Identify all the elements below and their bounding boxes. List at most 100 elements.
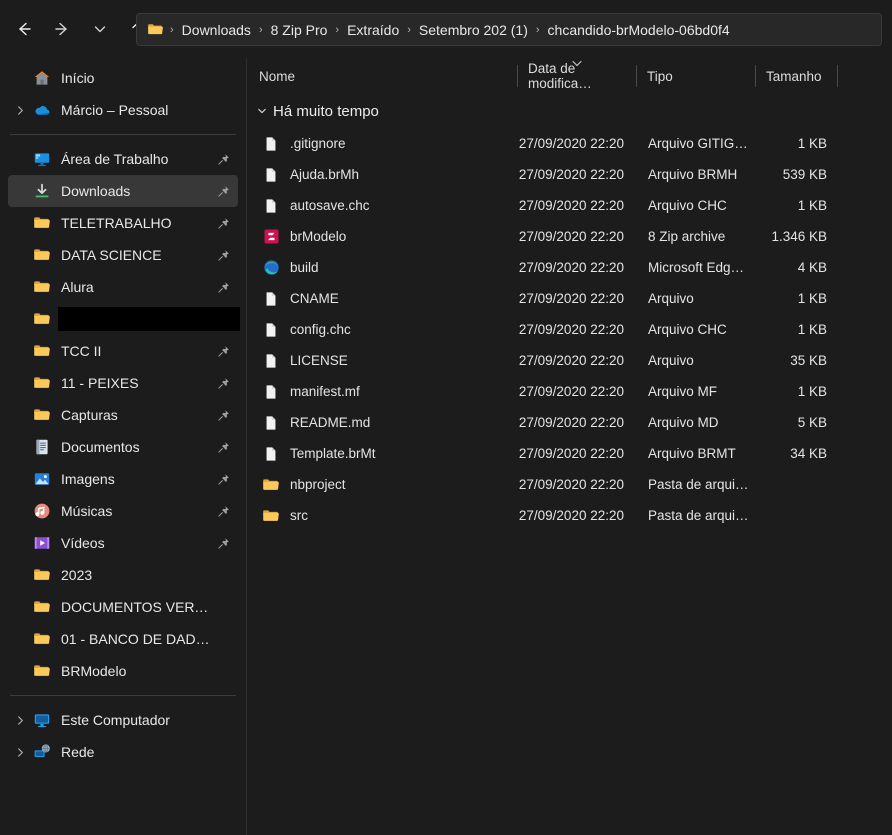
file-row[interactable]: .gitignore 27/09/2020 22:20 Arquivo GITIG…… xyxy=(252,128,888,159)
pin-icon[interactable] xyxy=(214,537,232,550)
sidebar-item-m-rcio-pessoal[interactable]: Márcio – Pessoal xyxy=(8,94,238,126)
sidebar-item-data-science[interactable]: DATA SCIENCE xyxy=(8,239,238,271)
desktop-icon xyxy=(32,149,52,169)
file-row[interactable]: brModelo 27/09/2020 22:20 8 Zip archive 1.3… xyxy=(252,221,888,252)
sidebar-item-in-cio[interactable]: Início xyxy=(8,62,238,94)
navigation-sidebar[interactable]: Início Márcio – Pessoal Área de Trabalho Do… xyxy=(0,58,247,835)
file-name-cell: nbproject xyxy=(252,476,517,494)
file-row[interactable]: nbproject 27/09/2020 22:20 Pasta de arqui… xyxy=(252,469,888,500)
sidebar-item-01-banco-de-dados[interactable]: 01 - BANCO DE DADOS xyxy=(8,623,238,655)
pin-icon[interactable] xyxy=(214,345,232,358)
breadcrumb-item-4[interactable]: Setembro 202 (1) xyxy=(415,20,532,40)
file-row[interactable]: config.chc 27/09/2020 22:20 Arquivo CHC 1 K… xyxy=(252,314,888,345)
file-row[interactable]: Ajuda.brMh 27/09/2020 22:20 Arquivo BRMH 53… xyxy=(252,159,888,190)
sidebar-item-11-peixes[interactable]: 11 - PEIXES xyxy=(8,367,238,399)
chevron-down-icon[interactable] xyxy=(253,105,271,117)
breadcrumb-separator: › xyxy=(335,23,340,36)
sidebar-item-rea-de-trabalho[interactable]: Área de Trabalho xyxy=(8,143,238,175)
file-row[interactable]: build 27/09/2020 22:20 Microsoft Edg… 4 KB xyxy=(252,252,888,283)
pin-icon[interactable] xyxy=(214,153,232,166)
file-name-label: src xyxy=(290,508,308,523)
breadcrumb-item-1[interactable]: Downloads xyxy=(178,20,255,40)
file-name-cell: autosave.chc xyxy=(252,197,517,215)
file-date-modified-cell: 27/09/2020 22:20 xyxy=(518,508,624,523)
chevron-right-icon[interactable] xyxy=(8,704,32,736)
file-date-modified-cell: 27/09/2020 22:20 xyxy=(518,167,624,182)
file-size-cell: 1 KB xyxy=(797,384,827,399)
redaction-bar xyxy=(58,307,240,331)
sidebar-item-downloads[interactable]: Downloads xyxy=(8,175,238,207)
pin-icon[interactable] xyxy=(214,217,232,230)
chevron-right-icon[interactable] xyxy=(8,94,32,126)
recent-locations-button[interactable] xyxy=(84,13,116,45)
sidebar-item-alura[interactable]: Alura xyxy=(8,271,238,303)
sidebar-item-imagens[interactable]: Imagens xyxy=(8,463,238,495)
column-header-size[interactable]: Tamanho xyxy=(755,58,837,94)
file-date-modified-cell: 27/09/2020 22:20 xyxy=(518,136,624,151)
sidebar-item-m-sicas[interactable]: Músicas xyxy=(8,495,238,527)
file-size-cell: 1 KB xyxy=(797,322,827,337)
pin-icon[interactable] xyxy=(214,473,232,486)
breadcrumb-separator: › xyxy=(407,23,411,36)
downloads-icon xyxy=(32,181,52,201)
sidebar-item-label: DATA SCIENCE xyxy=(61,247,162,263)
sidebar-item-v-deos[interactable]: Vídeos xyxy=(8,527,238,559)
column-header-type[interactable]: Tipo xyxy=(636,58,755,94)
sidebar-item-rede[interactable]: Rede xyxy=(8,736,238,768)
file-row[interactable]: README.md 27/09/2020 22:20 Arquivo MD 5 KB xyxy=(252,407,888,438)
column-header-name[interactable]: Nome xyxy=(248,58,517,94)
back-button[interactable] xyxy=(8,13,40,45)
pin-icon[interactable] xyxy=(214,281,232,294)
pin-icon[interactable] xyxy=(214,249,232,262)
sidebar-item-redacted[interactable] xyxy=(8,303,240,335)
pin-icon[interactable] xyxy=(214,185,232,198)
chevron-right-icon[interactable] xyxy=(8,736,32,768)
forward-button[interactable] xyxy=(46,13,78,45)
file-date-modified-cell: 27/09/2020 22:20 xyxy=(518,198,624,213)
sidebar-item-documentos-vertentes[interactable]: DOCUMENTOS VERTENTES xyxy=(8,591,238,623)
sidebar-item-brmodelo[interactable]: BRModelo xyxy=(8,655,238,687)
breadcrumb-item-5[interactable]: chcandido-brModelo-06bd0f4 xyxy=(544,20,734,40)
folder-icon xyxy=(32,565,52,585)
file-row[interactable]: autosave.chc 27/09/2020 22:20 Arquivo CHC 1… xyxy=(252,190,888,221)
column-header-date-modified[interactable]: Data de modifica… xyxy=(517,58,636,94)
file-date-modified-cell: 27/09/2020 22:20 xyxy=(518,384,624,399)
breadcrumb-item-2[interactable]: 8 Zip Pro xyxy=(267,20,332,40)
file-row[interactable]: LICENSE 27/09/2020 22:20 Arquivo 35 KB xyxy=(252,345,888,376)
sidebar-item-teletrabalho[interactable]: TELETRABALHO xyxy=(8,207,238,239)
sidebar-item-label: DOCUMENTOS VERTENTES xyxy=(61,599,214,615)
file-name-cell: .gitignore xyxy=(252,135,517,153)
music-icon xyxy=(32,501,52,521)
sidebar-item-label: Capturas xyxy=(61,407,118,423)
file-row[interactable]: manifest.mf 27/09/2020 22:20 Arquivo MF 1 K… xyxy=(252,376,888,407)
pin-icon[interactable] xyxy=(214,505,232,518)
breadcrumb-item-3[interactable]: Extraído xyxy=(343,20,403,40)
address-bar[interactable]: › Downloads › 8 Zip Pro › Extraído › Setembro 2… xyxy=(136,13,882,46)
pin-icon[interactable] xyxy=(214,377,232,390)
file-group-header[interactable]: Há muito tempo xyxy=(248,94,892,128)
pin-icon[interactable] xyxy=(214,409,232,422)
file-row[interactable]: Template.brMt 27/09/2020 22:20 Arquivo BRM… xyxy=(252,438,888,469)
file-row[interactable]: CNAME 27/09/2020 22:20 Arquivo 1 KB xyxy=(252,283,888,314)
file-explorer-window: › Downloads › 8 Zip Pro › Extraído › Setembro 2… xyxy=(0,0,892,835)
pin-icon[interactable] xyxy=(214,441,232,454)
sidebar-item-label: TCC II xyxy=(61,343,102,359)
file-name-cell: Ajuda.brMh xyxy=(252,166,517,184)
file-group-title: Há muito tempo xyxy=(273,102,379,120)
column-header-overflow[interactable] xyxy=(837,58,863,94)
folder-icon xyxy=(32,309,52,329)
sidebar-item-2023[interactable]: 2023 xyxy=(8,559,238,591)
sidebar-item-documentos[interactable]: Documentos xyxy=(8,431,238,463)
sidebar-item-tcc-ii[interactable]: TCC II xyxy=(8,335,238,367)
file-icon xyxy=(262,135,280,153)
sidebar-item-este-computador[interactable]: Este Computador xyxy=(8,704,238,736)
breadcrumb-separator: › xyxy=(170,23,174,36)
sidebar-item-capturas[interactable]: Capturas xyxy=(8,399,238,431)
file-row[interactable]: src 27/09/2020 22:20 Pasta de arqui… xyxy=(252,500,888,531)
